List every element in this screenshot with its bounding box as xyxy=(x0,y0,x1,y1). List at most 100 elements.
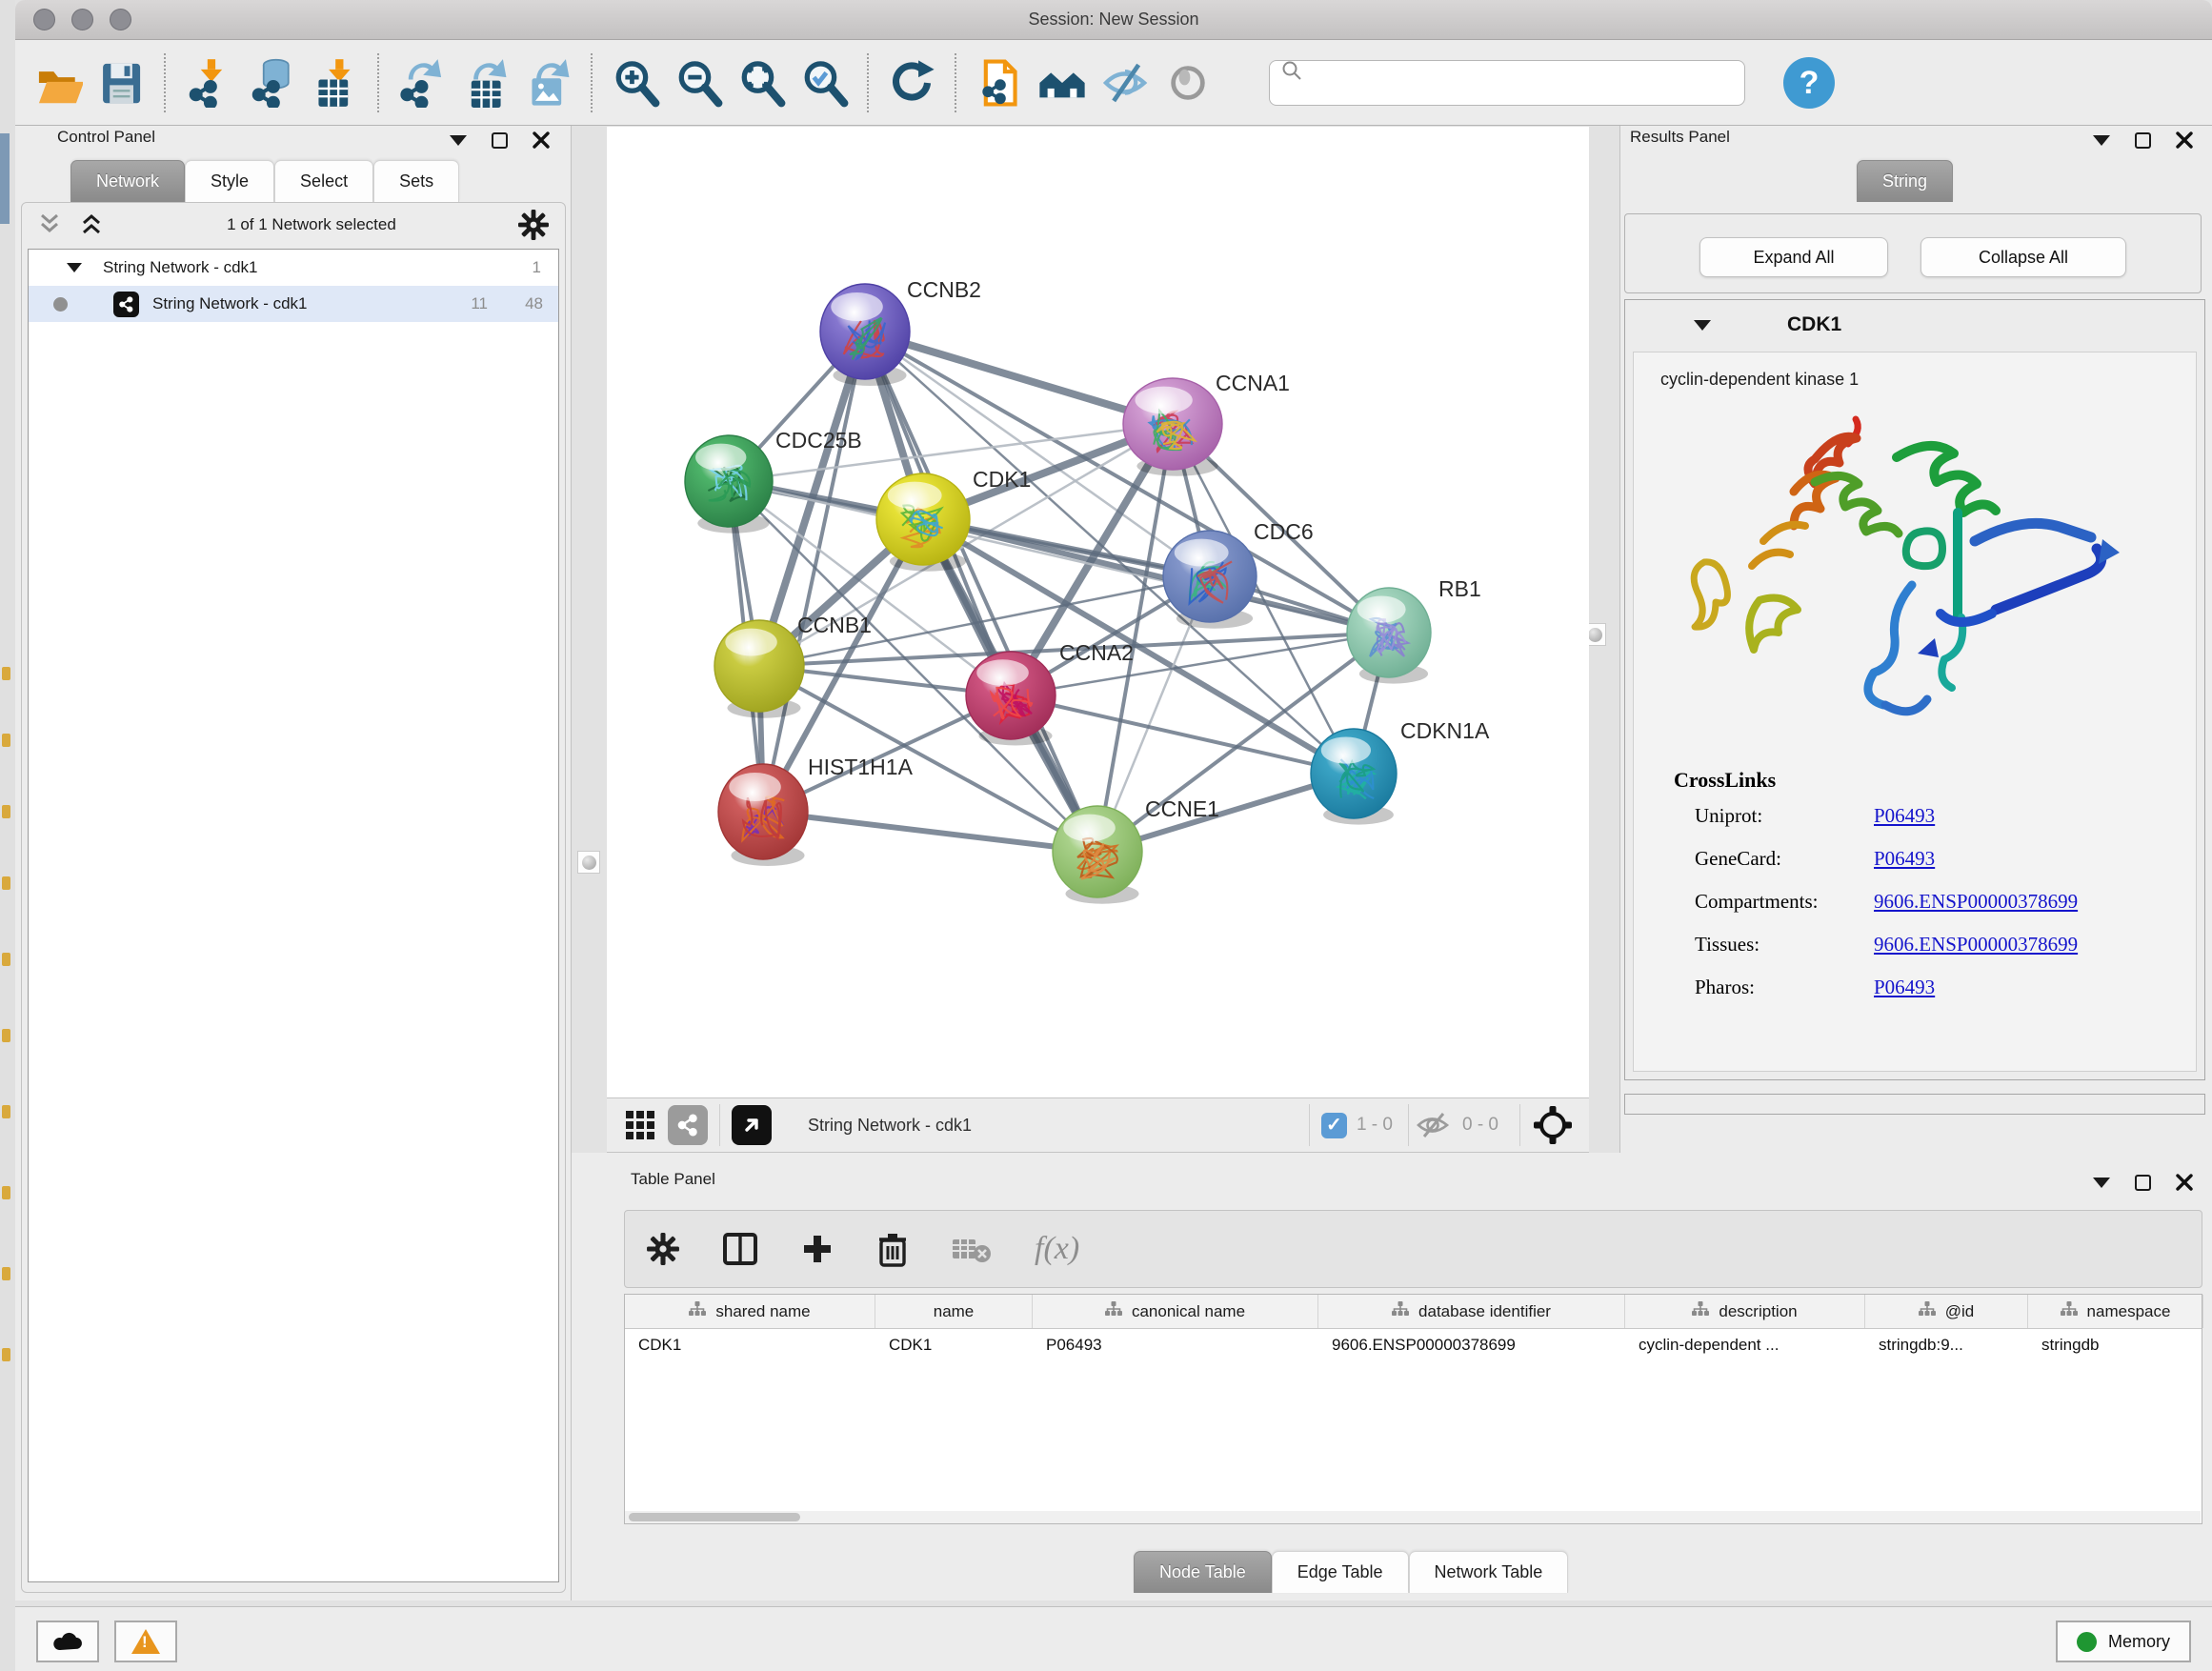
save-session-icon[interactable] xyxy=(90,51,152,114)
table-panel-close-icon[interactable] xyxy=(2176,1174,2193,1191)
export-table-icon[interactable] xyxy=(453,51,516,114)
column-header-database-identifier[interactable]: database identifier xyxy=(1318,1295,1625,1328)
table-options-gear-icon[interactable] xyxy=(646,1232,680,1266)
birdseye-toggle-icon[interactable] xyxy=(732,1105,772,1145)
column-header-description[interactable]: description xyxy=(1625,1295,1865,1328)
export-network-icon[interactable] xyxy=(391,51,453,114)
table-row[interactable]: CDK1CDK1P064939606.ENSP00000378699cyclin… xyxy=(625,1329,2202,1361)
window-zoom-button[interactable] xyxy=(110,9,131,30)
crosslink-link[interactable]: 9606.ENSP00000378699 xyxy=(1874,933,2078,956)
tab-node-table[interactable]: Node Table xyxy=(1134,1551,1272,1593)
cell-namespace[interactable]: stringdb xyxy=(2028,1329,2203,1361)
crosslink-link[interactable]: 9606.ENSP00000378699 xyxy=(1874,890,2078,914)
collection-count: 1 xyxy=(533,258,541,277)
network-overview-icon[interactable] xyxy=(668,1105,708,1145)
control-panel-float-icon[interactable] xyxy=(492,132,508,149)
memory-button[interactable]: Memory xyxy=(2056,1621,2191,1662)
open-session-icon[interactable] xyxy=(27,51,90,114)
control-panel-close-icon[interactable] xyxy=(533,131,550,149)
node-CDC25B[interactable]: CDC25B xyxy=(685,428,862,534)
home-neighborhood-icon[interactable] xyxy=(1031,51,1094,114)
left-splitter-handle[interactable] xyxy=(577,851,600,874)
cell--id[interactable]: stringdb:9... xyxy=(1865,1329,2028,1361)
network-collection-row[interactable]: String Network - cdk1 1 xyxy=(29,250,558,286)
table-hscroll-thumb[interactable] xyxy=(629,1513,800,1521)
node-section-expander-icon[interactable] xyxy=(1694,320,1711,331)
results-panel-close-icon[interactable] xyxy=(2176,131,2193,149)
collapse-all-icon[interactable] xyxy=(35,212,64,237)
tab-network-table[interactable]: Network Table xyxy=(1409,1551,1569,1593)
refresh-view-icon[interactable] xyxy=(880,51,943,114)
zoom-in-icon[interactable] xyxy=(604,51,667,114)
column-header-namespace[interactable]: namespace xyxy=(2028,1295,2203,1328)
collection-expander-icon[interactable] xyxy=(67,263,82,272)
warnings-button[interactable] xyxy=(114,1621,177,1662)
node-CCNA2[interactable]: CCNA2 xyxy=(966,640,1134,745)
network-options-gear-icon[interactable] xyxy=(517,209,550,241)
toggle-preview-icon[interactable] xyxy=(1156,51,1219,114)
tab-sets[interactable]: Sets xyxy=(373,160,459,202)
node-table[interactable]: shared namenamecanonical namedatabase id… xyxy=(624,1294,2202,1524)
delete-column-icon[interactable] xyxy=(876,1231,909,1267)
selected-nodes-checkbox[interactable]: ✓ xyxy=(1321,1113,1347,1138)
zoom-fit-icon[interactable] xyxy=(730,51,793,114)
column-header--id[interactable]: @id xyxy=(1865,1295,2028,1328)
column-header-canonical-name[interactable]: canonical name xyxy=(1033,1295,1318,1328)
node-CCNE1[interactable]: CCNE1 xyxy=(1053,796,1219,904)
node-RB1[interactable]: RB1 xyxy=(1347,576,1481,684)
tab-edge-table[interactable]: Edge Table xyxy=(1272,1551,1409,1593)
expand-all-icon[interactable] xyxy=(77,212,106,237)
crosslink-link[interactable]: P06493 xyxy=(1874,976,1935,999)
node-label-CCNB2: CCNB2 xyxy=(907,277,981,302)
window-minimize-button[interactable] xyxy=(71,9,93,30)
results-panel-collapse-icon[interactable] xyxy=(2093,135,2110,146)
tab-string[interactable]: String xyxy=(1857,160,1953,202)
fit-selected-crosshair-icon[interactable] xyxy=(1532,1104,1574,1146)
collapse-all-button[interactable]: Collapse All xyxy=(1920,237,2126,277)
edge-CCNA2-CDKN1A[interactable] xyxy=(1011,695,1354,774)
crosslink-link[interactable]: P06493 xyxy=(1874,804,1935,828)
node-CCNB1[interactable]: CCNB1 xyxy=(714,613,872,718)
table-hscrollbar[interactable] xyxy=(625,1511,2201,1523)
node-CDKN1A[interactable]: CDKN1A xyxy=(1311,718,1490,825)
import-table-file-icon[interactable] xyxy=(303,51,366,114)
hide-selected-icon[interactable] xyxy=(1094,51,1156,114)
help-button[interactable]: ? xyxy=(1783,57,1835,109)
cell-description[interactable]: cyclin-dependent ... xyxy=(1625,1329,1865,1361)
network-canvas[interactable]: CCNB2CCNA1CDC25BCDK1CDC6RB1CCNB1CCNA2CDK… xyxy=(607,127,1589,1097)
tab-select[interactable]: Select xyxy=(274,160,373,202)
search-input[interactable] xyxy=(1269,60,1745,106)
edge-HIST1H1A-CCNE1[interactable] xyxy=(763,812,1097,852)
cell-canonical-name[interactable]: P06493 xyxy=(1033,1329,1318,1361)
add-column-icon[interactable] xyxy=(800,1232,835,1266)
column-header-name[interactable]: name xyxy=(875,1295,1033,1328)
node-section-header[interactable]: CDK1 xyxy=(1625,300,2204,350)
node-CDC6[interactable]: CDC6 xyxy=(1163,519,1314,629)
column-header-shared-name[interactable]: shared name xyxy=(625,1295,875,1328)
zoom-selected-icon[interactable] xyxy=(793,51,855,114)
grid-view-icon[interactable] xyxy=(620,1105,660,1145)
tab-network[interactable]: Network xyxy=(70,160,185,202)
zoom-out-icon[interactable] xyxy=(667,51,730,114)
export-image-icon[interactable] xyxy=(516,51,579,114)
node-CCNB2[interactable]: CCNB2 xyxy=(820,277,981,386)
show-columns-icon[interactable] xyxy=(722,1231,758,1267)
tab-style[interactable]: Style xyxy=(185,160,274,202)
crosslink-link[interactable]: P06493 xyxy=(1874,847,1935,871)
cell-name[interactable]: CDK1 xyxy=(875,1329,1033,1361)
cell-shared-name[interactable]: CDK1 xyxy=(625,1329,875,1361)
network-row[interactable]: String Network - cdk1 11 48 xyxy=(29,286,558,322)
node-HIST1H1A[interactable]: HIST1H1A xyxy=(718,755,914,866)
results-panel-float-icon[interactable] xyxy=(2135,132,2151,149)
cell-database-identifier[interactable]: 9606.ENSP00000378699 xyxy=(1318,1329,1625,1361)
table-panel-collapse-icon[interactable] xyxy=(2093,1178,2110,1188)
import-network-file-icon[interactable] xyxy=(177,51,240,114)
node-CCNA1[interactable]: CCNA1 xyxy=(1123,371,1290,476)
expand-all-button[interactable]: Expand All xyxy=(1699,237,1888,277)
import-network-database-icon[interactable] xyxy=(240,51,303,114)
share-document-icon[interactable] xyxy=(968,51,1031,114)
table-panel-float-icon[interactable] xyxy=(2135,1175,2151,1191)
control-panel-collapse-icon[interactable] xyxy=(450,135,467,146)
cloud-status-button[interactable] xyxy=(36,1621,99,1662)
window-close-button[interactable] xyxy=(33,9,55,30)
